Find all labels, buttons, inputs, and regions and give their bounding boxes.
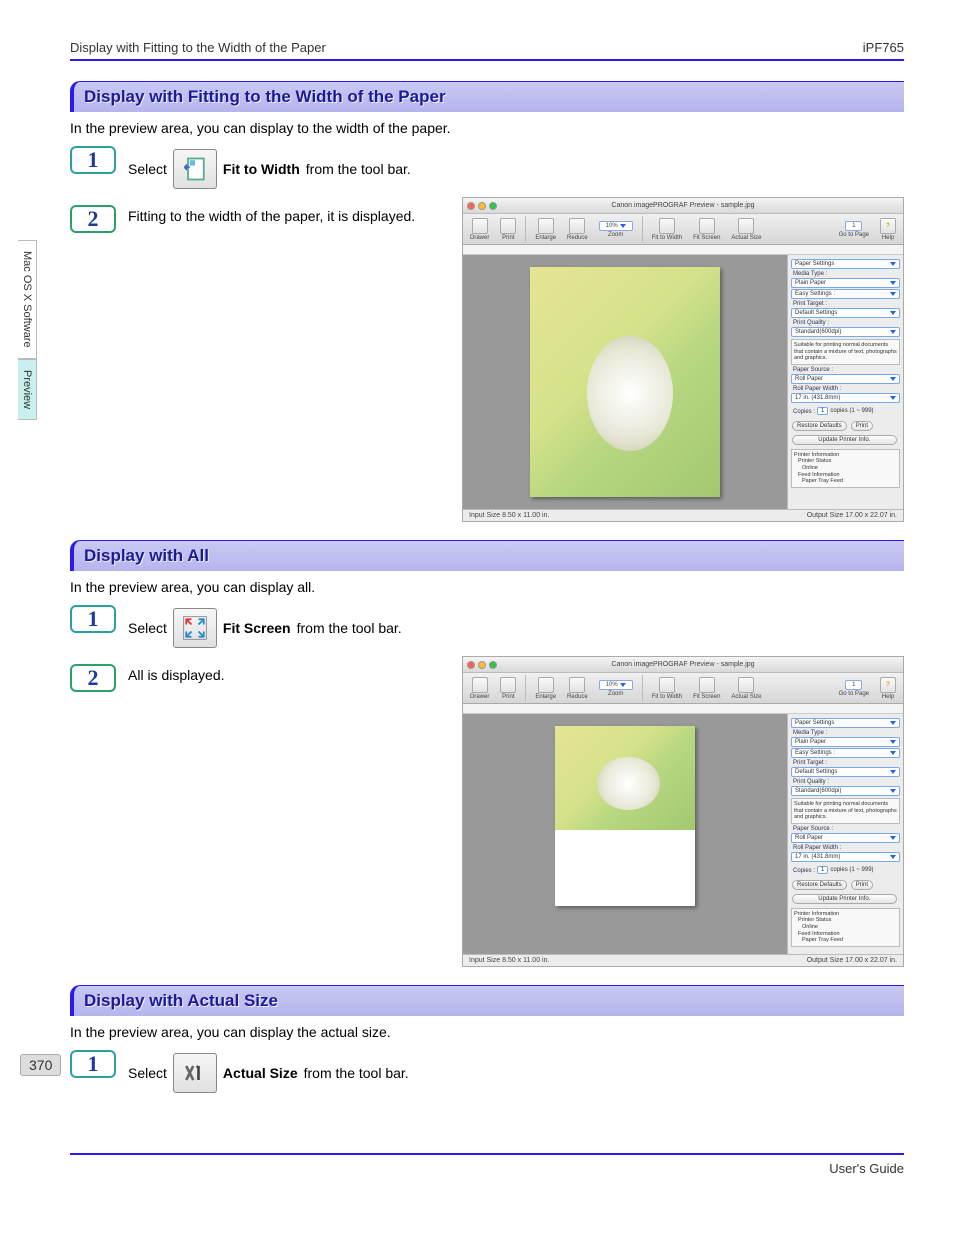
print-button[interactable]: Print <box>496 217 520 242</box>
fit-to-width-icon <box>173 149 217 189</box>
section3-step1: 1 Select Actual Size from the tool bar. <box>70 1050 904 1093</box>
side-tab-software[interactable]: Mac OS X Software <box>18 240 37 359</box>
print-quality-select[interactable]: Standard(600dpi) <box>791 327 900 337</box>
enlarge-button[interactable]: Enlarge <box>531 676 560 701</box>
roll-width-select[interactable]: 17 in. (431.8mm) <box>791 393 900 403</box>
step-number-2: 2 <box>70 205 116 233</box>
step-number-1: 1 <box>70 605 116 633</box>
enlarge-button[interactable]: Enlarge <box>531 217 560 242</box>
goto-page[interactable]: 1Go to Page <box>835 220 873 239</box>
ruler <box>463 245 903 255</box>
roll-width-select[interactable]: 17 in. (431.8mm) <box>791 852 900 862</box>
fit-screen-button[interactable]: Fit Screen <box>689 676 724 701</box>
goto-page[interactable]: 1Go to Page <box>835 679 873 698</box>
copies-input[interactable]: 1 <box>817 407 828 415</box>
status-bar: Input Size 8.50 x 11.00 in. Output Size … <box>463 509 903 521</box>
side-tabs: Mac OS X Software Preview <box>18 240 42 420</box>
print-button-panel[interactable]: Print <box>851 421 873 431</box>
section3-intro: In the preview area, you can display the… <box>70 1024 904 1040</box>
section2-step1: 1 Select Fit Screen from the tool bar. <box>70 605 904 648</box>
restore-defaults-button[interactable]: Restore Defaults <box>792 421 847 431</box>
help-button[interactable]: ?Help <box>876 676 900 701</box>
step-number-1: 1 <box>70 1050 116 1078</box>
preview-screenshot-fit-width: Canon imagePROGRAF Preview - sample.jpg … <box>462 197 904 522</box>
window-titlebar: Canon imagePROGRAF Preview - sample.jpg <box>463 198 903 214</box>
page-footer: User's Guide <box>70 1153 904 1176</box>
paper-settings-select[interactable]: Paper Settings <box>791 718 900 728</box>
restore-defaults-button[interactable]: Restore Defaults <box>792 880 847 890</box>
settings-panel: Paper Settings Media Type : Plain Paper … <box>787 255 903 509</box>
media-type-select[interactable]: Plain Paper <box>791 737 900 747</box>
side-tab-preview[interactable]: Preview <box>18 359 37 420</box>
actual-size-button[interactable]: Actual Size <box>727 217 765 242</box>
step-number-2: 2 <box>70 664 116 692</box>
settings-panel: Paper Settings Media Type : Plain Paper … <box>787 714 903 954</box>
paper-source-select[interactable]: Roll Paper <box>791 833 900 843</box>
paper-source-select[interactable]: Roll Paper <box>791 374 900 384</box>
help-button[interactable]: ?Help <box>876 217 900 242</box>
step-number-1: 1 <box>70 146 116 174</box>
update-printer-info-button[interactable]: Update Printer Info. <box>792 894 897 904</box>
fit-screen-button[interactable]: Fit Screen <box>689 217 724 242</box>
reduce-button[interactable]: Reduce <box>563 217 592 242</box>
page-header: Display with Fitting to the Width of the… <box>20 40 904 59</box>
media-type-select[interactable]: Plain Paper <box>791 278 900 288</box>
toolbar: Drawer Print Enlarge Reduce 10%Zoom Fit … <box>463 214 903 245</box>
section1-step1: 1 Select Fit to Width from the tool bar. <box>70 146 904 189</box>
print-target-select[interactable]: Default Settings <box>791 308 900 318</box>
print-button-panel[interactable]: Print <box>851 880 873 890</box>
section2-intro: In the preview area, you can display all… <box>70 579 904 595</box>
quality-description: Suitable for printing normal documents t… <box>791 339 900 365</box>
print-quality-select[interactable]: Standard(600dpi) <box>791 786 900 796</box>
print-target-select[interactable]: Default Settings <box>791 767 900 777</box>
preview-image <box>530 267 720 497</box>
printer-info: Printer Information Printer Status Onlin… <box>791 908 900 947</box>
print-button[interactable]: Print <box>496 676 520 701</box>
zoom-field[interactable]: 10%Zoom <box>595 220 637 239</box>
header-rule <box>70 59 904 61</box>
paper-preview <box>555 726 695 906</box>
preview-screenshot-fit-screen: Canon imagePROGRAF Preview - sample.jpg … <box>462 656 904 967</box>
copies-input[interactable]: 1 <box>817 866 828 874</box>
actual-size-icon <box>173 1053 217 1093</box>
drawer-button[interactable]: Drawer <box>466 676 493 701</box>
fit-width-button[interactable]: Fit to Width <box>648 676 686 701</box>
fit-width-button[interactable]: Fit to Width <box>648 217 686 242</box>
page-number: 370 <box>20 1054 61 1076</box>
paper-settings-select[interactable]: Paper Settings <box>791 259 900 269</box>
preview-image <box>555 726 695 830</box>
section1-step2-row: 2 Fitting to the width of the paper, it … <box>70 197 904 522</box>
paper-preview <box>530 267 720 497</box>
section-heading-fit-width: Display with Fitting to the Width of the… <box>70 81 904 112</box>
section2-step2-row: 2 All is displayed. Canon imagePROGRAF P… <box>70 656 904 967</box>
content: Display with Fitting to the Width of the… <box>70 81 904 1093</box>
section-heading-display-all: Display with All <box>70 540 904 571</box>
update-printer-info-button[interactable]: Update Printer Info. <box>792 435 897 445</box>
preview-canvas[interactable] <box>463 255 787 509</box>
section-heading-actual-size: Display with Actual Size <box>70 985 904 1016</box>
printer-info: Printer Information Printer Status Onlin… <box>791 449 900 488</box>
fit-screen-icon <box>173 608 217 648</box>
easy-settings-select[interactable]: Easy Settings : <box>791 748 900 758</box>
actual-size-button[interactable]: Actual Size <box>727 676 765 701</box>
preview-canvas[interactable] <box>463 714 787 954</box>
drawer-button[interactable]: Drawer <box>466 217 493 242</box>
easy-settings-select[interactable]: Easy Settings : <box>791 289 900 299</box>
reduce-button[interactable]: Reduce <box>563 676 592 701</box>
section1-intro: In the preview area, you can display to … <box>70 120 904 136</box>
zoom-field[interactable]: 10%Zoom <box>595 679 637 698</box>
footer-guide: User's Guide <box>829 1161 904 1176</box>
header-left: Display with Fitting to the Width of the… <box>70 40 326 55</box>
header-right: iPF765 <box>863 40 904 55</box>
